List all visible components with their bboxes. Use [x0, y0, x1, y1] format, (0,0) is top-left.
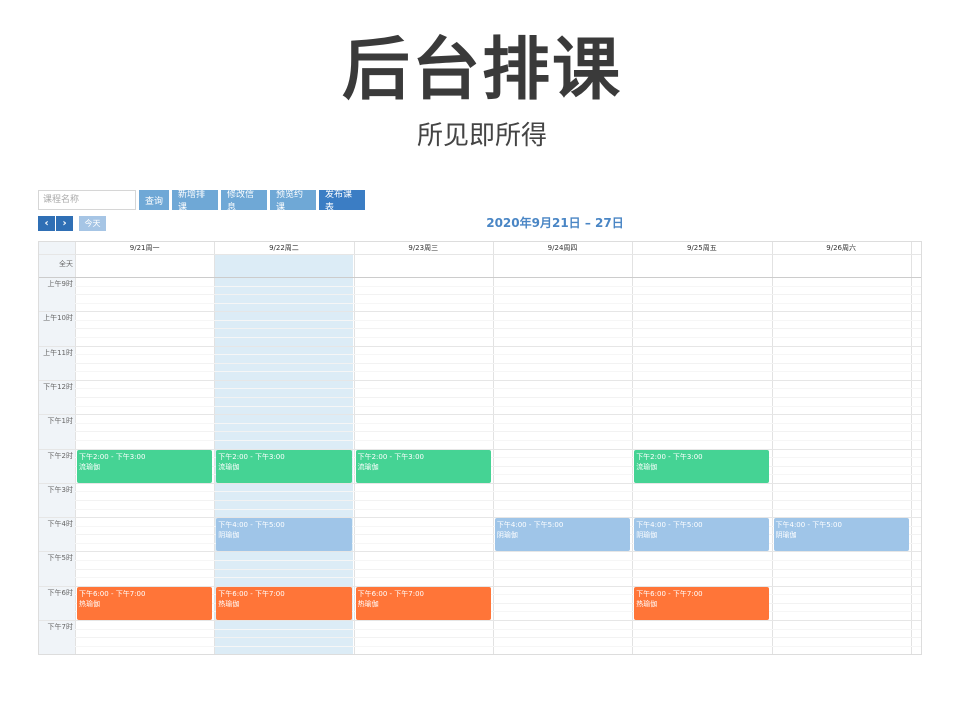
course-search-input[interactable]	[38, 190, 136, 210]
half-hour-line	[75, 568, 921, 570]
allday-divider	[39, 277, 921, 278]
half-hour-line	[75, 499, 921, 501]
event-time: 下午4:00 - 下午5:00	[775, 521, 842, 530]
hour-line	[39, 620, 921, 621]
add-schedule-button[interactable]: 新增排课	[172, 190, 218, 213]
hour-line	[39, 551, 921, 553]
course-event[interactable]: 下午6:00 - 下午7:00 热瑜伽	[216, 586, 352, 620]
time-label: 上午10时	[43, 314, 73, 323]
course-event[interactable]: 下午4:00 - 下午5:00 阴瑜伽	[773, 518, 909, 552]
course-event[interactable]: 下午4:00 - 下午5:00 阴瑜伽	[634, 518, 770, 552]
event-time: 下午2:00 - 下午3:00	[79, 452, 146, 461]
quarter-line	[75, 559, 921, 561]
quarter-line	[75, 354, 921, 356]
week-nav: ‹ ›	[38, 216, 73, 231]
page-subtitle: 所见即所得	[416, 121, 547, 151]
week-calendar: 全天 9/21周一 9/22周二 9/23周三 9/24周四 9/25周五 9/26周六上…	[38, 241, 922, 655]
time-label: 下午4时	[47, 520, 73, 529]
quarter-line	[75, 577, 921, 579]
course-event[interactable]: 下午2:00 - 下午3:00 流瑜伽	[216, 449, 352, 483]
event-course-name: 热瑜伽	[79, 599, 100, 608]
event-time: 下午6:00 - 下午7:00	[218, 589, 285, 598]
quarter-line	[75, 319, 921, 321]
time-label: 上午9时	[47, 280, 73, 288]
course-event[interactable]: 下午2:00 - 下午3:00 流瑜伽	[634, 449, 770, 483]
event-time: 下午4:00 - 下午5:00	[496, 521, 564, 530]
page-title: 后台排课	[341, 31, 622, 110]
time-label: 下午2时	[47, 451, 73, 460]
course-event[interactable]: 下午6:00 - 下午7:00 热瑜伽	[77, 586, 213, 620]
event-time: 下午4:00 - 下午5:00	[636, 521, 703, 530]
event-time: 下午2:00 - 下午3:00	[357, 452, 425, 461]
event-course-name: 热瑜伽	[357, 599, 379, 608]
time-label: 下午12时	[43, 382, 73, 391]
quarter-line	[75, 645, 921, 647]
quarter-line	[75, 491, 921, 493]
quarter-line	[75, 285, 921, 287]
time-label: 下午5时	[47, 554, 73, 563]
event-time: 下午4:00 - 下午5:00	[218, 521, 285, 530]
course-event[interactable]: 下午2:00 - 下午3:00 流瑜伽	[77, 449, 213, 483]
header-divider	[39, 254, 921, 255]
half-hour-line	[75, 431, 921, 433]
quarter-line	[75, 337, 921, 339]
time-label: 上午11时	[43, 348, 73, 357]
event-course-name: 流瑜伽	[79, 462, 100, 471]
toolbar: 查询 新增排课 修改信息 预览约课 发布课表	[38, 190, 365, 213]
event-time: 下午6:00 - 下午7:00	[79, 589, 146, 598]
event-course-name: 阴瑜伽	[218, 531, 240, 540]
quarter-line	[75, 508, 921, 510]
event-time: 下午6:00 - 下午7:00	[357, 589, 425, 598]
quarter-line	[75, 371, 921, 373]
event-course-name: 热瑜伽	[636, 599, 658, 608]
half-hour-line	[75, 362, 921, 364]
half-hour-line	[75, 328, 921, 330]
event-course-name: 阴瑜伽	[775, 531, 797, 540]
quarter-line	[75, 388, 921, 390]
time-label: 下午3时	[47, 485, 73, 494]
event-time: 下午6:00 - 下午7:00	[636, 589, 703, 598]
course-event[interactable]: 下午4:00 - 下午5:00 阴瑜伽	[494, 518, 631, 552]
event-course-name: 阴瑜伽	[636, 531, 658, 540]
event-course-name: 热瑜伽	[218, 599, 240, 608]
quarter-line	[75, 422, 921, 424]
quarter-line	[75, 439, 921, 441]
event-time: 下午2:00 - 下午3:00	[636, 452, 703, 461]
half-hour-line	[75, 637, 921, 639]
time-label: 下午1时	[47, 417, 73, 426]
hour-line	[39, 379, 921, 381]
course-event[interactable]: 下午6:00 - 下午7:00 热瑜伽	[355, 586, 491, 620]
chevron-right-icon[interactable]: ›	[56, 216, 73, 231]
time-label: 下午6时	[47, 588, 73, 597]
query-button[interactable]: 查询	[139, 190, 169, 210]
quarter-line	[75, 628, 921, 630]
hour-line	[39, 311, 921, 313]
hour-line	[39, 414, 921, 416]
today-button[interactable]: 今天	[79, 216, 106, 231]
chevron-left-icon[interactable]: ‹	[38, 216, 55, 231]
hour-line	[39, 345, 921, 347]
event-course-name: 流瑜伽	[218, 462, 240, 471]
event-course-name: 流瑜伽	[636, 462, 658, 471]
quarter-line	[75, 302, 921, 304]
allday-label: 全天	[59, 260, 73, 268]
course-event[interactable]: 下午6:00 - 下午7:00 热瑜伽	[634, 586, 770, 620]
half-hour-line	[75, 397, 921, 399]
date-range-title: 2020年9月21日 – 27日	[486, 216, 624, 230]
event-course-name: 流瑜伽	[357, 462, 379, 471]
quarter-line	[75, 405, 921, 407]
half-hour-line	[75, 294, 921, 296]
preview-booking-button[interactable]: 预览约课	[270, 190, 316, 213]
publish-schedule-button[interactable]: 发布课表	[319, 190, 365, 213]
course-event[interactable]: 下午4:00 - 下午5:00 阴瑜伽	[216, 518, 352, 552]
course-event[interactable]: 下午2:00 - 下午3:00 流瑜伽	[355, 449, 491, 483]
hour-line	[39, 482, 921, 484]
edit-info-button[interactable]: 修改信息	[221, 190, 267, 213]
event-time: 下午2:00 - 下午3:00	[218, 452, 285, 461]
event-course-name: 阴瑜伽	[496, 531, 518, 540]
time-label: 下午7时	[47, 623, 73, 631]
